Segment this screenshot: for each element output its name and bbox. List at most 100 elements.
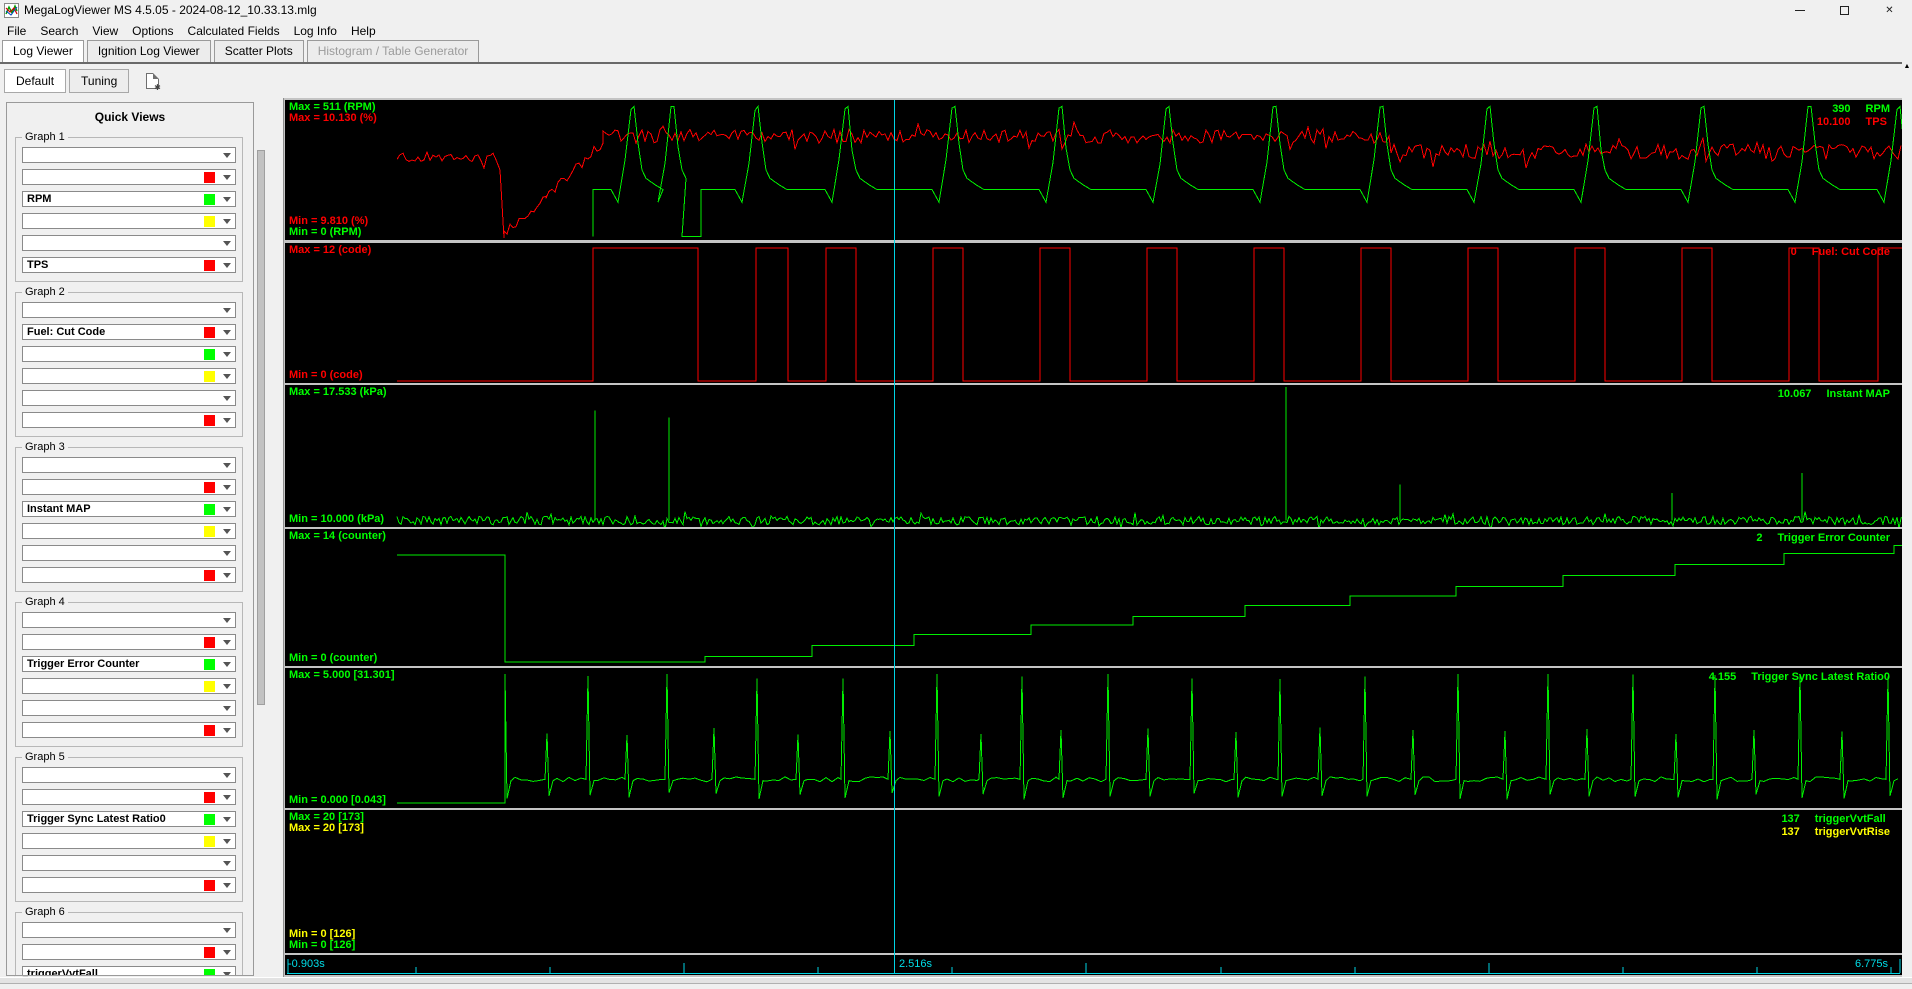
channel-label: triggerVvtFall	[27, 968, 98, 976]
channel-select[interactable]	[22, 346, 236, 362]
channel-select[interactable]	[22, 545, 236, 561]
channel-select-trigger-error-counter[interactable]: Trigger Error Counter	[22, 656, 236, 672]
quick-views-title: Quick Views	[94, 110, 166, 124]
menu-search[interactable]: Search	[33, 22, 85, 40]
channel-select-triggervvtfall[interactable]: triggerVvtFall	[22, 966, 236, 976]
value-name-instant-map: Instant MAP	[1826, 388, 1890, 400]
max-labels: Max = 17.533 (kPa)	[289, 387, 387, 398]
chevron-down-icon	[218, 458, 235, 472]
channel-select[interactable]	[22, 700, 236, 716]
channel-select-rpm[interactable]: RPM	[22, 191, 236, 207]
chevron-down-icon	[218, 347, 235, 361]
channel-select[interactable]	[22, 302, 236, 318]
view-tab-tuning[interactable]: Tuning	[69, 69, 130, 93]
color-swatch	[204, 348, 215, 360]
close-button[interactable]: ✕	[1867, 0, 1912, 20]
time-cursor[interactable]	[894, 100, 895, 973]
quickview-group-graph-4: Graph 4 Trigger Error Counter	[15, 596, 243, 747]
chevron-down-icon	[218, 768, 235, 782]
chevron-down-icon	[218, 303, 235, 317]
view-tab-default[interactable]: Default	[4, 69, 67, 93]
channel-select[interactable]	[22, 523, 236, 539]
max-label: Max = 5.000 [31.301]	[289, 669, 395, 681]
value-triggervvtfall: 137	[1781, 813, 1800, 825]
channel-label: RPM	[27, 193, 52, 205]
channel-select[interactable]	[22, 922, 236, 938]
channel-select[interactable]	[22, 789, 236, 805]
channel-select[interactable]	[22, 213, 236, 229]
new-view-button[interactable]: ✱	[138, 69, 166, 93]
channel-select[interactable]	[22, 412, 236, 428]
menu-help[interactable]: Help	[344, 22, 383, 40]
max-labels: Max = 12 (code)	[289, 245, 371, 256]
menu-options[interactable]: Options	[125, 22, 180, 40]
channel-select[interactable]	[22, 235, 236, 251]
trace-trigger-error-counter	[397, 544, 1902, 663]
channel-select[interactable]	[22, 457, 236, 473]
graph-panel-4[interactable]: Max = 14 (counter) Min = 0 (counter) 2 Trig…	[285, 529, 1902, 666]
menu-log-info[interactable]: Log Info	[287, 22, 344, 40]
tab-histogram-table-generator[interactable]: Histogram / Table Generator	[306, 40, 480, 62]
channel-select[interactable]	[22, 944, 236, 960]
color-swatch	[204, 791, 215, 803]
minimize-button[interactable]	[1777, 0, 1822, 20]
quickview-group-graph-1: Graph 1 RPM TPS	[15, 131, 243, 282]
color-swatch	[204, 193, 215, 205]
title-bar: MegaLogViewer MS 4.5.05 - 2024-08-12_10.…	[0, 0, 1912, 20]
channel-select[interactable]	[22, 722, 236, 738]
graph-panel-5[interactable]: Max = 5.000 [31.301] Min = 0.000 [0.043] 4…	[285, 668, 1902, 808]
tab-log-viewer[interactable]: Log Viewer	[2, 40, 84, 62]
channel-select-instant-map[interactable]: Instant MAP	[22, 501, 236, 517]
color-swatch	[204, 503, 215, 515]
scroll-up-icon[interactable]: ▲	[1902, 62, 1912, 72]
tab-ignition-log-viewer[interactable]: Ignition Log Viewer	[86, 40, 211, 62]
channel-select[interactable]	[22, 479, 236, 495]
channel-select[interactable]	[22, 877, 236, 893]
channel-select[interactable]	[22, 855, 236, 871]
chevron-down-icon	[218, 657, 235, 671]
color-swatch	[204, 304, 215, 316]
channel-select[interactable]	[22, 390, 236, 406]
channel-label: Trigger Sync Latest Ratio0	[27, 813, 166, 825]
channel-select[interactable]	[22, 147, 236, 163]
group-label: Graph 5	[22, 751, 68, 763]
chevron-down-icon	[218, 480, 235, 494]
color-swatch	[204, 946, 215, 958]
chevron-down-icon	[218, 391, 235, 405]
maximize-button[interactable]	[1822, 0, 1867, 20]
channel-select[interactable]	[22, 833, 236, 849]
graph-panel-2[interactable]: Max = 12 (code) Min = 0 (code) 0 Fuel: Cut …	[285, 243, 1902, 383]
value-name-trigger-sync-latest-ratio0: Trigger Sync Latest Ratio0	[1751, 671, 1890, 683]
graph-panel-1[interactable]: Max = 511 (RPM) Max = 10.130 (%) Min = 9.8…	[285, 100, 1902, 240]
channel-select[interactable]	[22, 612, 236, 628]
menu-view[interactable]: View	[85, 22, 125, 40]
chevron-down-icon	[218, 967, 235, 975]
quickview-group-graph-2: Graph 2 Fuel: Cut Code	[15, 286, 243, 437]
graph-scroll-gutter[interactable]: ▲	[1902, 62, 1912, 977]
min-label: Min = 0.000 [0.043]	[289, 794, 386, 806]
quickview-group-graph-6: Graph 6 triggerVvtFall	[15, 906, 243, 976]
channel-select[interactable]	[22, 567, 236, 583]
channel-select[interactable]	[22, 634, 236, 650]
graph-panel-3[interactable]: Max = 17.533 (kPa) Min = 10.000 (kPa) 10.0…	[285, 385, 1902, 527]
channel-select[interactable]	[22, 368, 236, 384]
channel-select-trigger-sync-latest-ratio0[interactable]: Trigger Sync Latest Ratio0	[22, 811, 236, 827]
max-label: Max = 12 (code)	[289, 244, 372, 256]
horizontal-scrollbar[interactable]	[0, 977, 1912, 984]
channel-select-tps[interactable]: TPS	[22, 257, 236, 273]
color-swatch	[204, 525, 215, 537]
menu-calculated-fields[interactable]: Calculated Fields	[181, 22, 287, 40]
channel-select[interactable]	[22, 678, 236, 694]
graph-area: Max = 511 (RPM) Max = 10.130 (%) Min = 9.8…	[283, 98, 1902, 977]
chevron-down-icon	[218, 834, 235, 848]
value-trigger-sync-latest-ratio0: 4.155	[1708, 671, 1737, 683]
channel-select[interactable]	[22, 767, 236, 783]
color-swatch	[204, 547, 215, 559]
graph-panel-6[interactable]: Max = 20 [173] Max = 20 [173] Min = 0 [126…	[285, 810, 1902, 953]
channel-select-fuel-cut-code[interactable]: Fuel: Cut Code	[22, 324, 236, 340]
chevron-down-icon	[218, 923, 235, 937]
channel-select[interactable]	[22, 169, 236, 185]
tab-scatter-plots[interactable]: Scatter Plots	[213, 40, 304, 62]
menu-file[interactable]: File	[0, 22, 33, 40]
sidebar-scrollbar-thumb[interactable]	[257, 150, 265, 705]
